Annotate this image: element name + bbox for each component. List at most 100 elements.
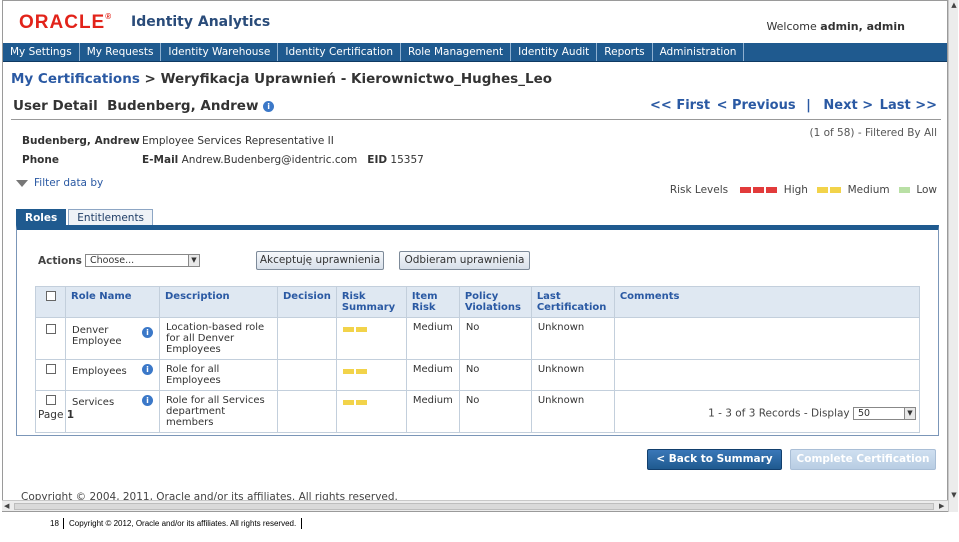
breadcrumb: My Certifications > Weryfikacja Uprawnie… (11, 71, 553, 87)
email-value: Andrew.Budenberg@identric.com (181, 154, 358, 166)
pager-last-link[interactable]: Last >> (880, 98, 937, 113)
policy-violations: No (458, 390, 532, 433)
role-name[interactable]: Employees (72, 366, 127, 377)
nav-reports[interactable]: Reports (597, 43, 653, 61)
table-header-row: Role Name Description Decision Risk Summ… (35, 286, 921, 318)
slide-number: 18 (50, 519, 59, 528)
records-display: 1 - 3 of 3 Records - Display 50 ▼ (708, 407, 916, 420)
row-checkbox[interactable] (45, 395, 56, 405)
eid-value: 15357 (390, 154, 424, 166)
select-all-checkbox[interactable] (45, 291, 56, 301)
role-decision[interactable] (277, 317, 337, 360)
col-policy-violations[interactable]: Policy Violations (458, 286, 532, 318)
role-name[interactable]: Services (72, 397, 114, 408)
complete-certification-button[interactable]: Complete Certification (790, 449, 936, 470)
nav-administration[interactable]: Administration (653, 43, 745, 61)
nav-identity-warehouse[interactable]: Identity Warehouse (161, 43, 279, 61)
main-nav: My Settings My Requests Identity Warehou… (3, 43, 947, 62)
phone-label: Phone (22, 154, 59, 166)
risk-medium-label: Medium (847, 184, 890, 196)
info-icon[interactable]: i (142, 395, 153, 406)
last-certification: Unknown (530, 317, 615, 360)
risk-medium-swatch (817, 187, 829, 193)
product-name: Identity Analytics (131, 14, 271, 30)
role-name[interactable]: Denver Employee (72, 325, 130, 347)
nav-identity-certification[interactable]: Identity Certification (278, 43, 402, 61)
accept-permissions-button[interactable]: Akceptuję uprawnienia (256, 251, 384, 270)
pager-previous-link[interactable]: < Previous (717, 98, 796, 113)
comments-cell[interactable] (613, 359, 921, 391)
info-icon[interactable]: i (142, 327, 153, 338)
page-title: User Detail Budenberg, Andrew i (13, 98, 275, 114)
col-last-certification[interactable]: Last Certification (530, 286, 615, 318)
item-risk: Medium (405, 317, 460, 360)
person-title: Employee Services Representative II (142, 135, 334, 147)
back-to-summary-button[interactable]: < Back to Summary (647, 449, 782, 470)
record-count: (1 of 58) - Filtered By All (809, 127, 937, 139)
nav-role-management[interactable]: Role Management (401, 43, 512, 61)
breadcrumb-my-certifications[interactable]: My Certifications (11, 71, 140, 87)
role-decision[interactable] (277, 359, 337, 391)
pager-next-link[interactable]: Next > (823, 98, 873, 113)
nav-my-settings[interactable]: My Settings (3, 43, 80, 61)
reject-permissions-button[interactable]: Odbieram uprawnienia (399, 251, 530, 270)
table-row: Denver Employee i Location-based role for… (35, 317, 921, 360)
oracle-logo: ORACLE® (19, 12, 113, 33)
scroll-right-icon[interactable]: ▶ (939, 501, 944, 511)
last-certification: Unknown (530, 359, 615, 391)
person-name: Budenberg, Andrew (22, 135, 140, 147)
pager-divider: | (806, 98, 811, 113)
col-description[interactable]: Description (159, 286, 278, 318)
person-row: Budenberg, Andrew Employee Services Repre… (22, 135, 334, 147)
risk-levels-legend: Risk Levels High Medium Low (669, 184, 937, 196)
col-role-name[interactable]: Role Name (65, 286, 160, 318)
scroll-down-icon[interactable]: ▼ (950, 491, 958, 499)
tab-entitlements[interactable]: Entitlements (68, 209, 154, 226)
filter-funnel-icon (16, 179, 28, 187)
nav-my-requests[interactable]: My Requests (80, 43, 162, 61)
row-checkbox[interactable] (45, 324, 56, 334)
risk-bar (342, 327, 354, 332)
item-risk: Medium (405, 390, 460, 433)
actions-select[interactable]: Choose... ▼ (85, 254, 200, 267)
last-certification: Unknown (530, 390, 615, 433)
display-count-select[interactable]: 50 ▼ (853, 407, 916, 420)
info-icon[interactable]: i (142, 364, 153, 375)
policy-violations: No (458, 317, 532, 360)
welcome-user: admin, admin (820, 20, 905, 33)
risk-low-swatch (898, 187, 910, 193)
role-description: Role for all Employees (159, 359, 278, 391)
filter-data-link[interactable]: Filter data by (16, 177, 103, 189)
col-risk-summary[interactable]: Risk Summary (335, 286, 407, 318)
contact-row: Phone E-Mail Andrew.Budenberg@identric.co… (22, 154, 424, 166)
comments-cell[interactable] (613, 317, 921, 360)
risk-low-label: Low (916, 184, 937, 196)
scroll-left-icon[interactable]: ◀ (4, 501, 9, 511)
risk-high-swatch (740, 187, 752, 193)
col-comments[interactable]: Comments (613, 286, 921, 318)
role-description: Role for all Services department members (159, 390, 278, 433)
record-pager: << First < Previous | Next > Last >> (648, 98, 937, 113)
welcome-text: Welcome admin, admin (766, 20, 905, 33)
horizontal-scrollbar[interactable]: ◀ ▶ (2, 500, 948, 511)
records-text: 1 - 3 of 3 Records - Display (708, 407, 850, 420)
vertical-scrollbar[interactable]: ▲ ▼ (948, 0, 958, 512)
slide-copyright: Copyright © 2012, Oracle and/or its affi… (69, 519, 297, 528)
scroll-thumb[interactable] (14, 503, 934, 510)
info-icon[interactable]: i (263, 100, 275, 112)
col-item-risk[interactable]: Item Risk (405, 286, 460, 318)
nav-identity-audit[interactable]: Identity Audit (511, 43, 598, 61)
scroll-up-icon[interactable]: ▲ (950, 1, 958, 9)
browser-frame: ORACLE® Identity Analytics Welcome admin… (2, 0, 948, 512)
role-decision[interactable] (277, 390, 337, 433)
row-checkbox[interactable] (45, 364, 56, 374)
tab-roles[interactable]: Roles (16, 209, 67, 226)
role-description: Location-based role for all Denver Emplo… (159, 317, 278, 360)
pager-first-link[interactable]: << First (650, 98, 710, 113)
risk-summary-cell (335, 359, 407, 391)
col-decision[interactable]: Decision (277, 286, 337, 318)
divider (11, 119, 941, 120)
eid-label: EID (367, 154, 388, 166)
chevron-down-icon: ▼ (188, 255, 199, 266)
chevron-down-icon: ▼ (904, 408, 915, 419)
